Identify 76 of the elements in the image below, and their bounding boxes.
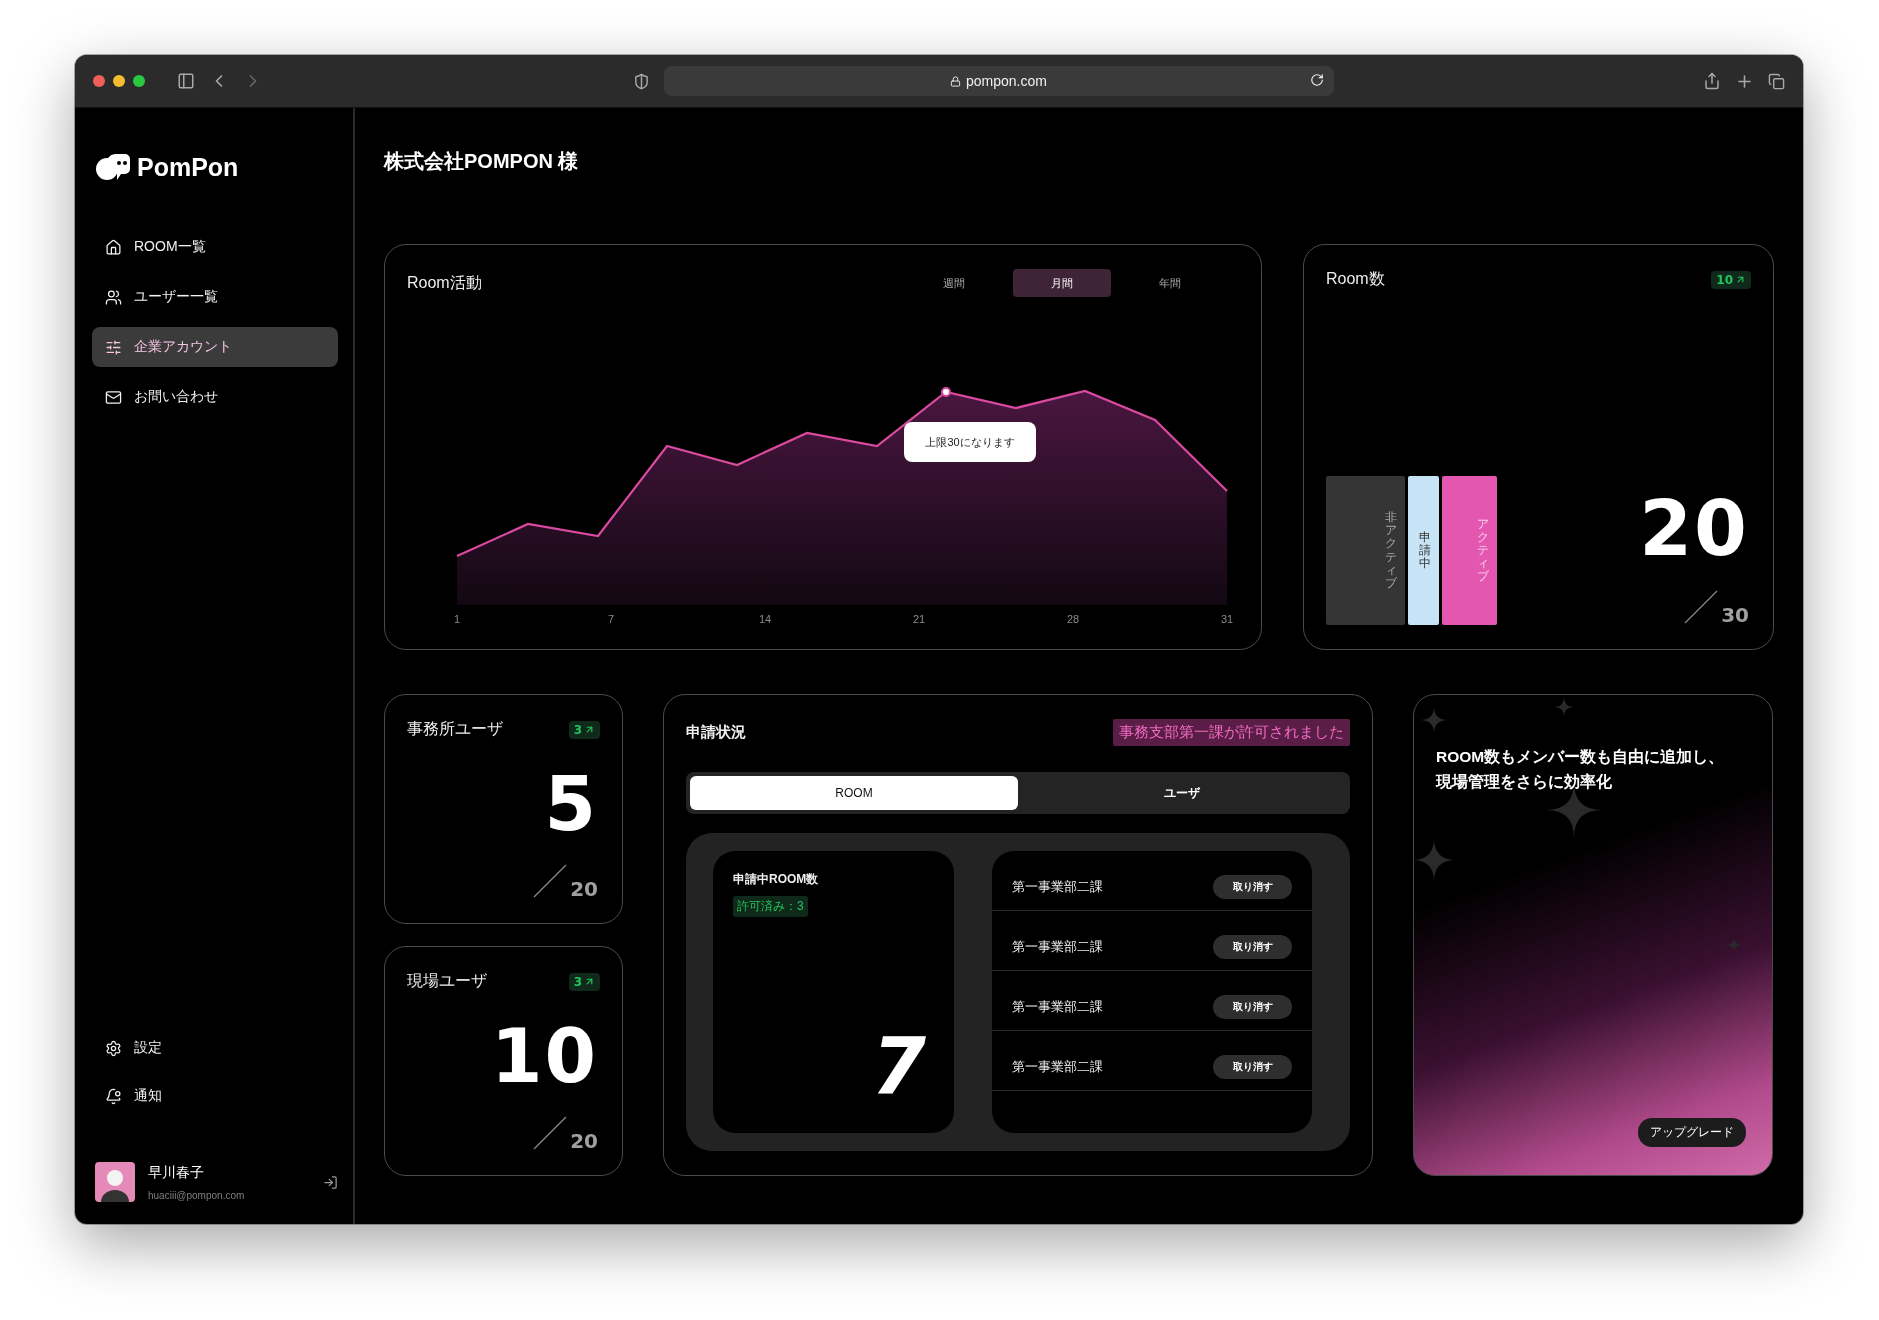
cancel-button[interactable]: 取り消す	[1213, 1054, 1292, 1079]
room-limit: 30	[1721, 605, 1749, 625]
axis-label: 14	[757, 613, 773, 625]
reload-icon[interactable]	[1309, 73, 1324, 87]
logout-icon[interactable]	[323, 1174, 338, 1190]
stat-value: 5	[544, 767, 598, 841]
sparkle-icon	[1726, 937, 1742, 953]
stat-limit: 20	[570, 1131, 598, 1151]
bell-icon	[105, 1087, 122, 1105]
logo-text: PomPon	[137, 152, 239, 182]
bar-segment: 非アクティブ	[1326, 476, 1405, 625]
slash-icon	[532, 863, 569, 899]
sidebar-icon[interactable]	[177, 72, 195, 90]
card-title: Room数	[1326, 269, 1385, 289]
user-name: 早川春子	[148, 1163, 205, 1182]
tabs-icon[interactable]	[1768, 72, 1785, 90]
axis-label: 7	[606, 613, 616, 625]
segment-tab[interactable]: ROOM	[690, 776, 1018, 810]
sidebar-item[interactable]: ユーザー一覧	[92, 277, 338, 317]
axis-label: 21	[911, 613, 927, 625]
shield-icon[interactable]	[632, 72, 650, 90]
pending-value: 7	[871, 1027, 926, 1105]
pending-title: 申請中ROOM数	[733, 871, 819, 888]
sidebar-item[interactable]: 通知	[92, 1076, 338, 1116]
sidebar-item[interactable]: 設定	[92, 1028, 338, 1068]
cancel-button[interactable]: 取り消す	[1213, 994, 1292, 1019]
page-title: 株式会社POMPON 様	[384, 149, 580, 174]
period-tab[interactable]: 月間	[1013, 269, 1111, 297]
avatar	[95, 1162, 135, 1202]
settings-icon	[105, 1039, 122, 1057]
axis-label: 31	[1219, 613, 1235, 625]
slash-icon	[1683, 589, 1720, 625]
card-title: Room活動	[407, 272, 482, 293]
trend-badge: 3	[568, 720, 600, 739]
maximize-icon[interactable]	[133, 75, 145, 87]
room-count-value: 20	[1639, 491, 1749, 567]
axis-label: 1	[452, 613, 462, 625]
lock-icon	[950, 75, 962, 87]
axis-label: 28	[1065, 613, 1081, 625]
cancel-button[interactable]: 取り消す	[1213, 874, 1292, 899]
users-icon	[105, 288, 122, 306]
request-name: 第一事業部二課	[1012, 997, 1103, 1016]
bar-segment: アクティブ	[1442, 476, 1497, 625]
card-title: 現場ユーザ	[407, 971, 487, 991]
logo-icon	[95, 152, 131, 182]
chart-tooltip: 上限30になります	[904, 422, 1036, 462]
sidebar-item[interactable]: お問い合わせ	[92, 377, 338, 417]
address-bar[interactable]: pompon.com	[663, 66, 1334, 96]
card-title: 申請状況	[686, 723, 746, 742]
home-icon	[105, 238, 122, 256]
minimize-icon[interactable]	[113, 75, 125, 87]
trend-badge: 10	[1711, 270, 1751, 289]
share-icon[interactable]	[1703, 72, 1721, 90]
sidebar-item[interactable]: 企業アカウント	[92, 327, 338, 367]
close-icon[interactable]	[93, 75, 105, 87]
request-name: 第一事業部二課	[1012, 937, 1103, 956]
notice-banner: 事務支部第一課が許可されました	[1113, 719, 1350, 746]
trend-badge: 3	[568, 972, 600, 991]
period-tab[interactable]: 週間	[905, 269, 1003, 297]
request-name: 第一事業部二課	[1012, 877, 1103, 896]
approved-badge: 許可済み：3	[733, 896, 808, 917]
request-name: 第一事業部二課	[1012, 1057, 1103, 1076]
cancel-button[interactable]: 取り消す	[1213, 934, 1292, 959]
sliders-icon	[105, 338, 122, 356]
period-tab[interactable]: 年間	[1121, 269, 1219, 297]
mail-icon	[105, 388, 122, 406]
sidebar-item[interactable]: ROOM一覧	[92, 227, 338, 267]
card-title: 事務所ユーザ	[407, 719, 503, 739]
segment-tab[interactable]: ユーザ	[1018, 776, 1346, 810]
upgrade-button[interactable]: アップグレード	[1638, 1118, 1746, 1147]
slash-icon	[532, 1115, 569, 1151]
stat-value: 10	[491, 1019, 598, 1093]
user-email: huaciii@pompon.com	[148, 1189, 246, 1201]
promo-text: ROOM数もメンバー数も自由に追加し、 現場管理をさらに効率化	[1436, 747, 1726, 792]
bar-segment: 申請中	[1408, 476, 1439, 625]
stat-limit: 20	[570, 879, 598, 899]
